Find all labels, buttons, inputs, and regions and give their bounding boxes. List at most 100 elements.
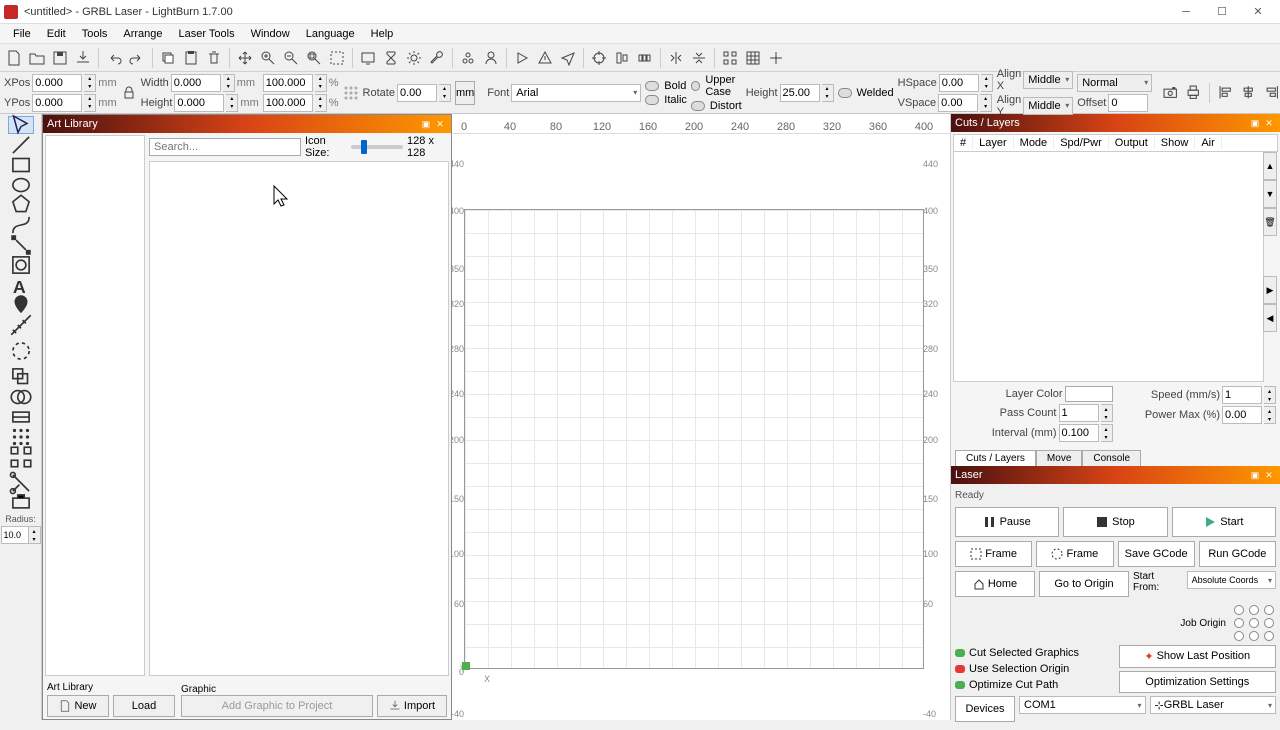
paste-icon[interactable] xyxy=(181,48,201,68)
distort-toggle[interactable] xyxy=(691,101,705,111)
pass-spinner[interactable]: ▴▾ xyxy=(1101,404,1113,422)
hspace-input[interactable]: 0.00 xyxy=(939,74,979,92)
radius-spinner[interactable]: ▴▾ xyxy=(29,526,41,544)
pass-count-input[interactable]: 1 xyxy=(1059,404,1099,422)
art-search-input[interactable] xyxy=(149,138,301,156)
speed-input[interactable]: 1 xyxy=(1222,386,1262,404)
zoom-out-icon[interactable] xyxy=(281,48,301,68)
laser-header[interactable]: Laser ▣ ✕ xyxy=(951,466,1280,484)
cuts-undock-icon[interactable]: ▣ xyxy=(1248,116,1262,130)
anchor-grid-icon[interactable] xyxy=(343,79,359,107)
laser-undock-icon[interactable]: ▣ xyxy=(1248,468,1262,482)
pan-icon[interactable] xyxy=(235,48,255,68)
undo-icon[interactable] xyxy=(104,48,124,68)
menu-tools[interactable]: Tools xyxy=(75,26,115,42)
cuts-close-icon[interactable]: ✕ xyxy=(1262,116,1276,130)
interval-spinner[interactable]: ▴▾ xyxy=(1101,424,1113,442)
show-last-button[interactable]: ✦Show Last Position xyxy=(1119,645,1277,668)
user-icon[interactable] xyxy=(481,48,501,68)
stop-button[interactable]: Stop xyxy=(1063,507,1167,537)
menu-window[interactable]: Window xyxy=(244,26,297,42)
height-input[interactable]: 0.000 xyxy=(174,94,224,112)
run-gcode-button[interactable]: Run GCode xyxy=(1199,541,1276,567)
save-icon[interactable] xyxy=(50,48,70,68)
save-gcode-button[interactable]: Save GCode xyxy=(1118,541,1195,567)
add-graphic-button[interactable]: Add Graphic to Project xyxy=(181,695,373,717)
align-center-icon[interactable] xyxy=(1240,82,1256,104)
panel-undock-icon[interactable]: ▣ xyxy=(419,117,433,131)
width-spinner[interactable]: ▴▾ xyxy=(223,74,235,92)
menu-arrange[interactable]: Arrange xyxy=(116,26,169,42)
zoom-selection-icon[interactable] xyxy=(327,48,347,68)
lock-icon[interactable] xyxy=(121,83,137,103)
measure-tool-icon[interactable] xyxy=(8,316,34,334)
pause-button[interactable]: Pause xyxy=(955,507,1059,537)
layer-right-icon[interactable]: ▶ xyxy=(1263,276,1277,304)
preview-icon[interactable] xyxy=(358,48,378,68)
hspace-spinner[interactable]: ▴▾ xyxy=(981,74,993,92)
job-origin-grid[interactable] xyxy=(1234,605,1276,641)
font-dropdown[interactable]: Arial xyxy=(511,84,641,102)
frame-circle-button[interactable]: Frame xyxy=(1036,541,1113,567)
menu-laser-tools[interactable]: Laser Tools xyxy=(172,26,242,42)
layer-color-swatch[interactable] xyxy=(1065,386,1113,402)
height-spinner[interactable]: ▴▾ xyxy=(226,94,238,112)
cut-selected-toggle[interactable] xyxy=(955,649,965,657)
xpos-input[interactable]: 0.000 xyxy=(32,74,82,92)
menu-file[interactable]: File xyxy=(6,26,38,42)
art-import-button[interactable]: Import xyxy=(377,695,447,717)
scale-y-input[interactable]: 100.000 xyxy=(263,94,313,112)
tab-cuts-layers[interactable]: Cuts / Layers xyxy=(955,450,1036,466)
crosshair-icon[interactable] xyxy=(766,48,786,68)
art-library-header[interactable]: Art Library ▣ ✕ xyxy=(43,115,451,133)
start-from-dropdown[interactable]: Absolute Coords xyxy=(1187,571,1276,589)
cuts-header[interactable]: Cuts / Layers ▣ ✕ xyxy=(951,114,1280,132)
devices-button[interactable]: Devices xyxy=(955,696,1015,722)
home-button[interactable]: Home xyxy=(955,571,1035,597)
optimize-toggle[interactable] xyxy=(955,681,965,689)
play-icon[interactable] xyxy=(512,48,532,68)
alignx-dropdown[interactable]: Middle xyxy=(1023,71,1073,89)
start-button[interactable]: Start xyxy=(1172,507,1276,537)
use-selection-toggle[interactable] xyxy=(955,665,965,673)
hourglass-icon[interactable] xyxy=(381,48,401,68)
scale-x-spinner[interactable]: ▴▾ xyxy=(315,74,327,92)
flip-v-icon[interactable] xyxy=(689,48,709,68)
rotate-input[interactable]: 0.00 xyxy=(397,84,437,102)
copy-icon[interactable] xyxy=(158,48,178,68)
scale-y-spinner[interactable]: ▴▾ xyxy=(315,94,327,112)
target-icon[interactable] xyxy=(589,48,609,68)
interval-input[interactable]: 0.100 xyxy=(1059,424,1099,442)
ypos-spinner[interactable]: ▴▾ xyxy=(84,94,96,112)
align-left-icon[interactable] xyxy=(1218,82,1234,104)
zoom-frame-icon[interactable] xyxy=(304,48,324,68)
grid-icon[interactable] xyxy=(743,48,763,68)
warning-icon[interactable] xyxy=(535,48,555,68)
scale-x-input[interactable]: 100.000 xyxy=(263,74,313,92)
send-icon[interactable] xyxy=(558,48,578,68)
device-dropdown[interactable]: ⊹ GRBL Laser xyxy=(1150,696,1277,714)
art-load-button[interactable]: Load xyxy=(113,695,175,717)
group-icon[interactable] xyxy=(458,48,478,68)
circle-array-icon[interactable] xyxy=(8,342,34,360)
layer-delete-icon[interactable]: 🗑 xyxy=(1263,208,1277,236)
laser-close-icon[interactable]: ✕ xyxy=(1262,468,1276,482)
xpos-spinner[interactable]: ▴▾ xyxy=(84,74,96,92)
align-icon[interactable] xyxy=(612,48,632,68)
wrench-icon[interactable] xyxy=(427,48,447,68)
icon-size-slider[interactable] xyxy=(351,145,403,149)
redo-icon[interactable] xyxy=(127,48,147,68)
units-button[interactable]: mm xyxy=(455,81,475,105)
tab-move[interactable]: Move xyxy=(1036,450,1082,466)
offset-input[interactable]: 0 xyxy=(1108,94,1148,112)
grid-array-icon[interactable] xyxy=(8,448,34,466)
layer-up-icon[interactable]: ▲ xyxy=(1263,152,1277,180)
art-new-button[interactable]: New xyxy=(47,695,109,717)
optimization-settings-button[interactable]: Optimization Settings xyxy=(1119,671,1277,694)
minimize-button[interactable]: ─ xyxy=(1168,2,1204,22)
power-spinner[interactable]: ▴▾ xyxy=(1264,406,1276,424)
aligny-dropdown[interactable]: Middle xyxy=(1023,97,1073,115)
layer-left-icon[interactable]: ◀ xyxy=(1263,304,1277,332)
vspace-input[interactable]: 0.00 xyxy=(938,94,978,112)
tab-console[interactable]: Console xyxy=(1082,450,1141,466)
